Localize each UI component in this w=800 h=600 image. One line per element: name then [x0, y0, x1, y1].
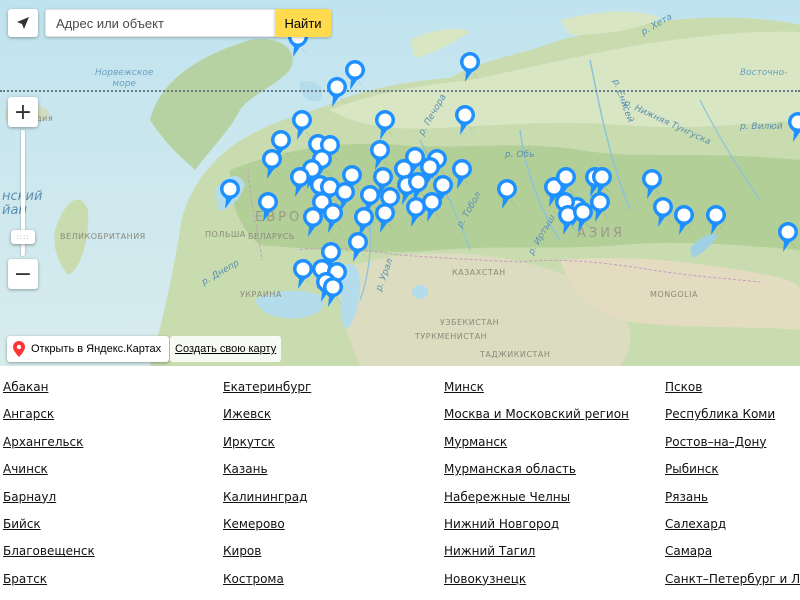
city-link[interactable]: Бийск [3, 513, 95, 540]
label-tajikistan: ТАДЖИКИСТАН [480, 350, 551, 359]
location-pin-icon[interactable] [407, 171, 429, 203]
location-pin-icon[interactable] [374, 202, 396, 234]
location-pin-icon[interactable] [322, 202, 344, 234]
label-east-siberian-sea: Восточно- [740, 68, 788, 78]
city-link[interactable]: Иркутск [223, 431, 311, 458]
location-pin-icon[interactable] [777, 221, 799, 253]
location-pin-icon[interactable] [652, 196, 674, 228]
city-link[interactable]: Киров [223, 540, 311, 567]
label-great-britain: ВЕЛИКОБРИТАНИЯ [60, 232, 146, 241]
city-link[interactable]: Калининград [223, 486, 311, 513]
open-in-yandex-maps-label: Открыть в Яндекс.Картах [31, 343, 162, 355]
city-link[interactable]: Республика Коми [665, 403, 800, 430]
geolocation-button[interactable] [8, 9, 38, 37]
search-button[interactable]: Найти [275, 9, 331, 37]
city-link[interactable]: Барнаул [3, 486, 95, 513]
location-pin-icon[interactable] [322, 276, 344, 308]
create-map-link[interactable]: Создать свою карту [170, 336, 282, 362]
city-link[interactable]: Кемерово [223, 513, 311, 540]
map-dotted-divider [0, 90, 800, 92]
label-poland: ПОЛЬША [205, 230, 246, 239]
zoom-in-button[interactable]: + [8, 97, 38, 127]
label-norwegian-sea: Норвежское море [95, 68, 154, 89]
location-pin-icon[interactable] [374, 109, 396, 141]
city-link[interactable]: Архангельск [3, 431, 95, 458]
city-link[interactable]: Братск [3, 568, 95, 595]
city-link[interactable]: Санкт–Петербург и ЛО [665, 568, 800, 595]
city-link[interactable]: Набережные Челны [444, 486, 629, 513]
label-ukraine: УКРАИНА [240, 290, 282, 299]
location-pin-icon[interactable] [289, 166, 311, 198]
city-link[interactable]: Казань [223, 458, 311, 485]
location-pin-icon[interactable] [572, 201, 594, 233]
location-pin-icon[interactable] [347, 231, 369, 263]
location-pin-icon[interactable] [302, 206, 324, 238]
label-kazakhstan: КАЗАХСТАН [452, 268, 506, 277]
label-ob: р. Обь [505, 150, 535, 160]
label-uzbekistan: УЗБЕКИСТАН [440, 318, 500, 327]
city-link[interactable]: Мурманская область [444, 458, 629, 485]
city-link[interactable]: Нижний Тагил [444, 540, 629, 567]
location-pin-icon[interactable] [787, 111, 800, 143]
city-link[interactable]: Ижевск [223, 403, 311, 430]
city-link[interactable]: Рязань [665, 486, 800, 513]
city-link[interactable]: Самара [665, 540, 800, 567]
city-link[interactable]: Псков [665, 376, 800, 403]
address-search-input[interactable] [45, 9, 276, 37]
map-marker-icon [13, 341, 25, 357]
location-pin-icon[interactable] [454, 104, 476, 136]
city-column-4: Псков Республика Коми Ростов–на–Дону Рыб… [665, 376, 800, 595]
location-pin-icon[interactable] [496, 178, 518, 210]
city-column-3: Минск Москва и Московский регион Мурманс… [444, 376, 629, 595]
location-pin-icon[interactable] [673, 204, 695, 236]
map[interactable]: Норвежское море ЕВРО АЗИЯ ПОЛЬША БЕЛАРУС… [0, 0, 800, 366]
city-column-2: Екатеринбург Ижевск Иркутск Казань Калин… [223, 376, 311, 595]
city-link[interactable]: Рыбинск [665, 458, 800, 485]
city-link[interactable]: Минск [444, 376, 629, 403]
open-in-yandex-maps-button[interactable]: Открыть в Яндекс.Картах [7, 336, 170, 362]
city-link[interactable]: Салехард [665, 513, 800, 540]
city-link[interactable]: Ачинск [3, 458, 95, 485]
city-link[interactable]: Москва и Московский регион [444, 403, 629, 430]
label-turkmenistan: ТУРКМЕНИСТАН [415, 332, 488, 341]
city-link[interactable]: Ангарск [3, 403, 95, 430]
city-link[interactable]: Екатеринбург [223, 376, 311, 403]
location-pin-icon[interactable] [219, 178, 241, 210]
zoom-slider-handle[interactable]: :::: [11, 230, 35, 244]
location-pin-icon[interactable] [451, 158, 473, 190]
city-list: Абакан Ангарск Архангельск Ачинск Барнау… [0, 366, 800, 600]
city-link[interactable]: Ростов–на–Дону [665, 431, 800, 458]
geolocation-arrow-icon [17, 17, 29, 29]
city-link[interactable]: Кострома [223, 568, 311, 595]
label-belarus: БЕЛАРУСЬ [248, 232, 295, 241]
location-pin-icon[interactable] [257, 191, 279, 223]
city-link[interactable]: Благовещенск [3, 540, 95, 567]
label-vilyuy: р. Вилюй [740, 122, 783, 132]
label-mongolia: MONGOLIA [650, 290, 698, 299]
city-link[interactable]: Мурманск [444, 431, 629, 458]
location-pin-icon[interactable] [261, 148, 283, 180]
city-link[interactable]: Абакан [3, 376, 95, 403]
location-pin-icon[interactable] [326, 76, 348, 108]
city-link[interactable]: Новокузнецк [444, 568, 629, 595]
zoom-out-button[interactable]: − [8, 259, 38, 289]
location-pin-icon[interactable] [705, 204, 727, 236]
city-column-1: Абакан Ангарск Архангельск Ачинск Барнау… [3, 376, 95, 595]
location-pin-icon[interactable] [459, 51, 481, 83]
city-link[interactable]: Нижний Новгород [444, 513, 629, 540]
